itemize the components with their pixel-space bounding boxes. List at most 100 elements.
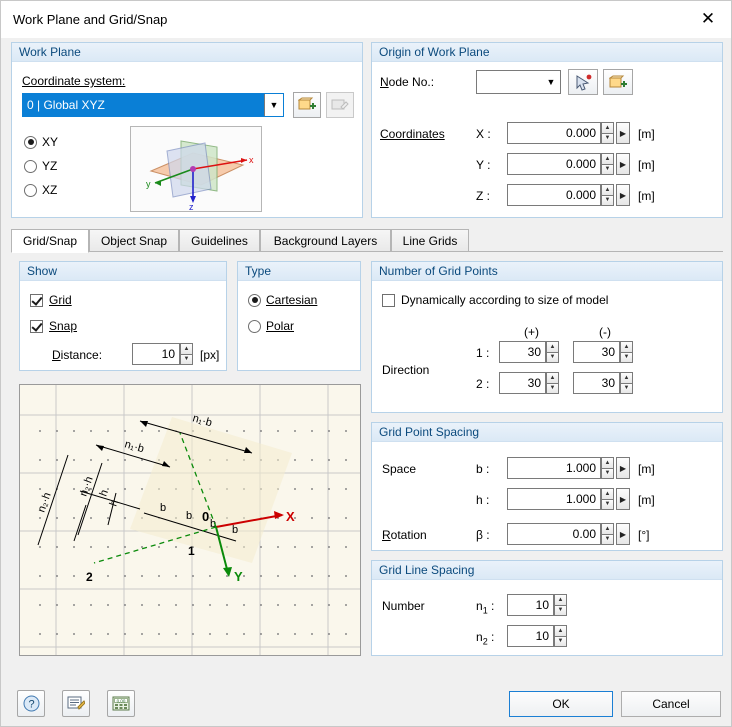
origin-group-title: Origin of Work Plane: [372, 43, 722, 62]
number-label: Number: [382, 599, 425, 613]
comment-icon: [67, 696, 85, 710]
cancel-button[interactable]: Cancel: [621, 691, 721, 717]
type-radio-polar[interactable]: Polar: [248, 319, 294, 333]
direction-1-plus-spinner[interactable]: ▲ ▼: [546, 341, 559, 363]
radio-dot: [24, 183, 37, 197]
label-b: b: [160, 502, 166, 514]
grid-preview-graphic: n₁·b n₁·b n₂·h n₂·h b b b b h h X Y 0 1 …: [20, 385, 360, 655]
direction-2-label: 2 :: [476, 377, 490, 391]
coord-z-label: Z :: [476, 189, 490, 203]
close-icon[interactable]: ✕: [685, 2, 731, 36]
tab-line-grids[interactable]: Line Grids: [391, 229, 469, 252]
coord-y-unit: [m]: [638, 158, 655, 172]
type-radio-cartesian[interactable]: Cartesian: [248, 293, 317, 307]
show-snap-label: Snap: [49, 319, 78, 333]
coord-x-spinner[interactable]: ▲ ▼: [601, 122, 614, 144]
grid-line-spacing-group: Grid Line Spacing Number n1 : ▲▼ n2 : ▲▼: [371, 560, 723, 656]
n2-spinner[interactable]: ▲ ▼: [554, 625, 567, 647]
direction-2-plus-input[interactable]: [499, 372, 546, 394]
coord-z-pick-button[interactable]: ▶: [616, 184, 630, 206]
n1-spinner[interactable]: ▲ ▼: [554, 594, 567, 616]
new-node-button[interactable]: [603, 69, 633, 95]
space-h-input[interactable]: [507, 488, 601, 510]
tab-guidelines[interactable]: Guidelines: [179, 229, 260, 252]
coordinate-system-select[interactable]: 0 | Global XYZ ▼: [22, 93, 284, 117]
plane-orientation-preview: x y z: [130, 126, 262, 212]
space-h-pick-button[interactable]: ▶: [616, 488, 630, 510]
show-snap-checkbox[interactable]: Snap: [30, 319, 77, 333]
plane-radio-yz[interactable]: YZ: [24, 159, 57, 173]
show-grid-checkbox[interactable]: Grid: [30, 293, 72, 307]
direction-1-minus-spinner[interactable]: ▲ ▼: [620, 341, 633, 363]
new-coordinate-system-icon: [298, 97, 316, 110]
grid-point-spacing-group-title: Grid Point Spacing: [372, 423, 722, 442]
pick-node-button[interactable]: [568, 69, 598, 95]
tab-strip: Grid/Snap Object Snap Guidelines Backgro…: [11, 229, 723, 253]
direction-1-minus-input[interactable]: [573, 341, 620, 363]
new-coordinate-system-button[interactable]: [293, 92, 321, 118]
rotation-beta-input[interactable]: [507, 523, 601, 545]
dynamic-grid-checkbox[interactable]: Dynamically according to size of model: [382, 293, 608, 307]
direction-2-minus-spinner[interactable]: ▲ ▼: [620, 372, 633, 394]
rotation-beta-pick-button[interactable]: ▶: [616, 523, 630, 545]
window-title: Work Plane and Grid/Snap: [13, 11, 168, 27]
radio-dot: [248, 293, 261, 307]
space-b-pick-button[interactable]: ▶: [616, 457, 630, 479]
plane-radio-xy-label: XY: [42, 135, 59, 149]
rotation-beta-spinner[interactable]: ▲ ▼: [601, 523, 614, 545]
label-b: b: [232, 524, 238, 536]
coord-y-pick-button[interactable]: ▶: [616, 153, 630, 175]
grid-points-group: Number of Grid Points Dynamically accord…: [371, 261, 723, 413]
cancel-button-label: Cancel: [652, 697, 690, 711]
type-radio-cartesian-label: Cartesian: [266, 293, 318, 307]
tab-background-layers[interactable]: Background Layers: [260, 229, 391, 252]
snap-distance-spinner[interactable]: ▲ ▼: [180, 343, 193, 365]
checkbox-box: [382, 293, 395, 307]
space-b-input[interactable]: [507, 457, 601, 479]
snap-distance-input[interactable]: [132, 343, 180, 365]
label-origin: 0: [202, 509, 209, 524]
label-axis-x: X: [286, 509, 295, 524]
direction-2-minus-input[interactable]: [573, 372, 620, 394]
show-group: Show Grid Snap Distance: ▲▼ [px]: [19, 261, 227, 371]
direction-label: Direction: [382, 363, 430, 377]
space-h-unit: [m]: [638, 493, 655, 507]
label-b: b: [186, 510, 192, 522]
chevron-down-icon[interactable]: ▼: [264, 94, 283, 116]
plane-radio-xz[interactable]: XZ: [24, 183, 57, 197]
ok-button[interactable]: OK: [509, 691, 613, 717]
coord-y-spinner[interactable]: ▲ ▼: [601, 153, 614, 175]
tab-grid-snap[interactable]: Grid/Snap: [11, 229, 89, 253]
plane-radio-xy[interactable]: XY: [24, 135, 58, 149]
comment-button[interactable]: [62, 690, 90, 717]
direction-1-label: 1 :: [476, 346, 490, 360]
label-dir2: 2: [86, 570, 93, 584]
show-group-title: Show: [20, 262, 226, 281]
ok-button-label: OK: [552, 697, 570, 711]
pick-node-icon: [576, 74, 591, 91]
coord-z-spinner[interactable]: ▲ ▼: [601, 184, 614, 206]
help-button[interactable]: ?: [17, 690, 45, 717]
help-icon: ?: [23, 695, 39, 712]
space-b-spinner[interactable]: ▲ ▼: [601, 457, 614, 479]
tab-object-snap[interactable]: Object Snap: [89, 229, 179, 252]
space-h-spinner[interactable]: ▲ ▼: [601, 488, 614, 510]
coord-x-pick-button[interactable]: ▶: [616, 122, 630, 144]
units-icon: 0,00: [112, 696, 130, 710]
coord-z-input[interactable]: [507, 184, 601, 206]
n1-input[interactable]: [507, 594, 554, 616]
tab-background-layers-label: Background Layers: [273, 233, 378, 248]
direction-2-plus-spinner[interactable]: ▲ ▼: [546, 372, 559, 394]
n2-input[interactable]: [507, 625, 554, 647]
coordinates-label: Coordinates: [380, 127, 445, 141]
work-plane-group-title: Work Plane: [12, 43, 362, 62]
coord-y-input[interactable]: [507, 153, 601, 175]
node-no-select[interactable]: ▼: [476, 70, 561, 94]
grid-points-group-title: Number of Grid Points: [372, 262, 722, 281]
units-button[interactable]: 0,00: [107, 690, 135, 717]
status-bar: [1, 722, 731, 726]
coord-x-input[interactable]: [507, 122, 601, 144]
checkbox-box: [30, 319, 43, 333]
chevron-down-icon[interactable]: ▼: [542, 71, 560, 93]
direction-1-plus-input[interactable]: [499, 341, 546, 363]
